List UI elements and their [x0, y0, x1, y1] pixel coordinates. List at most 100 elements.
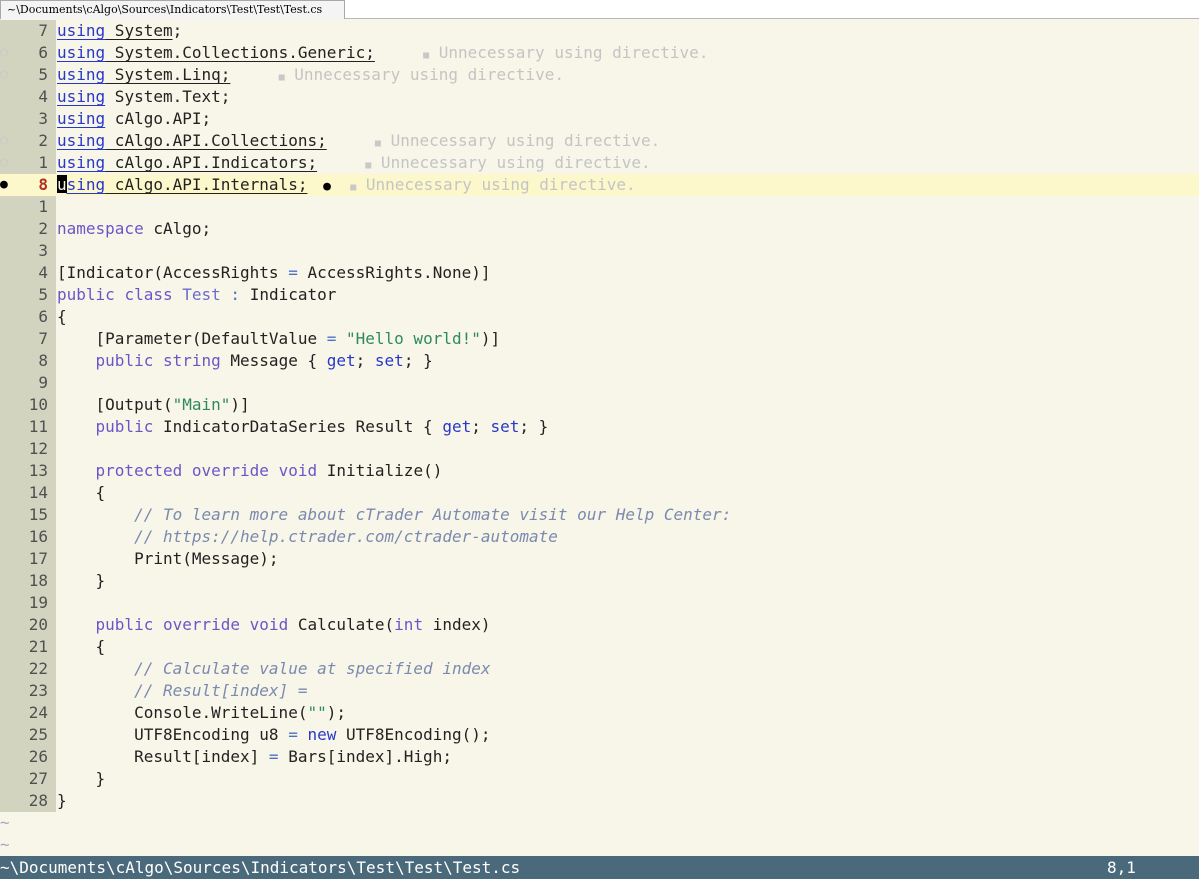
line-number: 1	[38, 153, 48, 172]
code-token: int	[394, 615, 424, 634]
code-token: Print(Message);	[57, 549, 279, 568]
code-line[interactable]: ○ 1 using cAlgo.API.Indicators; ■ Unnecess…	[0, 152, 1199, 174]
line-number: 17	[28, 549, 48, 568]
code-line[interactable]: 25 UTF8Encoding u8 = new UTF8Encoding();	[0, 724, 1199, 746]
code-line[interactable]: 2 namespace cAlgo;	[0, 218, 1199, 240]
code-token: index)	[423, 615, 491, 634]
code-line[interactable]: 24 Console.WriteLine("");	[0, 702, 1199, 724]
code-line[interactable]: 20 public override void Calculate(int in…	[0, 614, 1199, 636]
tab-test-cs[interactable]: ~\Documents\cAlgo\Sources\Indicators\Tes…	[0, 0, 345, 19]
code-token: void	[249, 615, 289, 634]
code-line[interactable]: 27 }	[0, 768, 1199, 790]
code-line[interactable]: 6{	[0, 306, 1199, 328]
line-number: 14	[28, 483, 48, 502]
code-token: public	[95, 615, 154, 634]
code-token: Message {	[220, 351, 327, 370]
code-line[interactable]: 23 // Result[index] =	[0, 680, 1199, 702]
code-line[interactable]: 7 using System;	[0, 20, 1199, 42]
code-line[interactable]: 21 {	[0, 636, 1199, 658]
code-line[interactable]: 26 Result[index] = Bars[index].High;	[0, 746, 1199, 768]
line-number: 19	[28, 593, 48, 612]
diagnostic-hint: Unnecessary using directive.	[356, 175, 636, 194]
code-line[interactable]: 3 using cAlgo.API;	[0, 108, 1199, 130]
code-token: ; }	[519, 417, 549, 436]
line-number: 24	[28, 703, 48, 722]
code-line[interactable]: 13 protected override void Initialize()	[0, 460, 1199, 482]
code-line[interactable]: 7 [Parameter(DefaultValue = "Hello world…	[0, 328, 1199, 350]
diagnostic-hint: Unnecessary using directive.	[380, 131, 661, 150]
code-token: // Calculate value at specified index	[134, 659, 491, 678]
code-token: using	[57, 131, 106, 150]
line-number: 3	[38, 241, 48, 260]
line-number: 6	[38, 43, 48, 62]
code-token: }	[57, 769, 106, 788]
code-token: :	[230, 285, 241, 304]
code-line[interactable]: 4 using System.Text;	[0, 86, 1199, 108]
code-token: public	[95, 351, 154, 370]
line-number: 28	[28, 791, 48, 810]
empty-line-tilde: ~	[0, 835, 10, 854]
status-line: ~\Documents\cAlgo\Sources\Indicators\Tes…	[0, 856, 1199, 879]
code-token: cAlgo.API.Collections;	[105, 131, 327, 150]
line-number: 2	[38, 131, 48, 150]
code-token: UTF8Encoding u8	[57, 725, 289, 744]
code-token: {	[57, 637, 106, 656]
code-line[interactable]: 8 public string Message { get; set; }	[0, 350, 1199, 372]
code-editor[interactable]: 7 using System; ○ 6 using System.Collections…	[0, 20, 1199, 856]
code-line[interactable]: 4 [Indicator(AccessRights = AccessRights.…	[0, 262, 1199, 284]
line-number: 6	[38, 307, 48, 326]
code-line[interactable]: 12	[0, 438, 1199, 460]
code-text: using cAlgo.API;	[57, 108, 211, 130]
code-line[interactable]: 14 {	[0, 482, 1199, 504]
code-token: cAlgo;	[143, 219, 212, 238]
code-token: {	[57, 307, 67, 326]
code-line[interactable]: 11 public IndicatorDataSeries Result { g…	[0, 416, 1199, 438]
empty-line-tilde: ~	[0, 813, 10, 832]
code-line[interactable]: 16 // https://help.ctrader.com/ctrader-a…	[0, 526, 1199, 548]
code-token: string	[162, 351, 221, 370]
line-number: 2	[38, 219, 48, 238]
code-line[interactable]: 10 [Output("Main")]	[0, 394, 1199, 416]
code-text: Print(Message);	[57, 548, 279, 570]
code-line[interactable]: 28}	[0, 790, 1199, 812]
code-token: using	[57, 109, 106, 128]
code-text: [Parameter(DefaultValue = "Hello world!"…	[57, 328, 501, 350]
code-line[interactable]: 3	[0, 240, 1199, 262]
code-text: // Result[index] =	[57, 680, 307, 702]
code-token: }	[57, 791, 67, 810]
code-line[interactable]: 22 // Calculate value at specified index	[0, 658, 1199, 680]
code-line[interactable]: ○ 5 using System.Linq; ■ Unnecessary using…	[0, 64, 1199, 86]
code-token: using	[57, 153, 106, 172]
lightbulb-icon[interactable]: ●	[307, 179, 331, 194]
code-line[interactable]: 9	[0, 372, 1199, 394]
code-line[interactable]: 17 Print(Message);	[0, 548, 1199, 570]
code-line[interactable]: ○ 6 using System.Collections.Generic; ■ Un…	[0, 42, 1199, 64]
code-token: }	[57, 571, 106, 590]
code-line[interactable]: 1	[0, 196, 1199, 218]
code-line[interactable]: 19	[0, 592, 1199, 614]
code-line[interactable]: 5 public class Test : Indicator	[0, 284, 1199, 306]
line-number: 7	[38, 21, 48, 40]
code-line[interactable]: 18 }	[0, 570, 1199, 592]
code-token: u	[57, 175, 67, 194]
code-token: public	[57, 285, 115, 304]
code-line[interactable]: ● 8 using cAlgo.API.Internals; ● ■ Unneces…	[0, 174, 1199, 196]
code-line[interactable]: 15 // To learn more about cTrader Automa…	[0, 504, 1199, 526]
code-token: ""	[307, 703, 327, 722]
code-token: cAlgo.API;	[105, 109, 212, 128]
code-text: UTF8Encoding u8 = new UTF8Encoding();	[57, 724, 490, 746]
code-text: }	[57, 768, 106, 790]
code-token: sing	[66, 175, 106, 194]
code-token: System.Linq;	[105, 65, 231, 84]
code-line[interactable]: ○ 2 using cAlgo.API.Collections; ■ Unneces…	[0, 130, 1199, 152]
code-token: System.Collections.Generic;	[105, 43, 375, 62]
